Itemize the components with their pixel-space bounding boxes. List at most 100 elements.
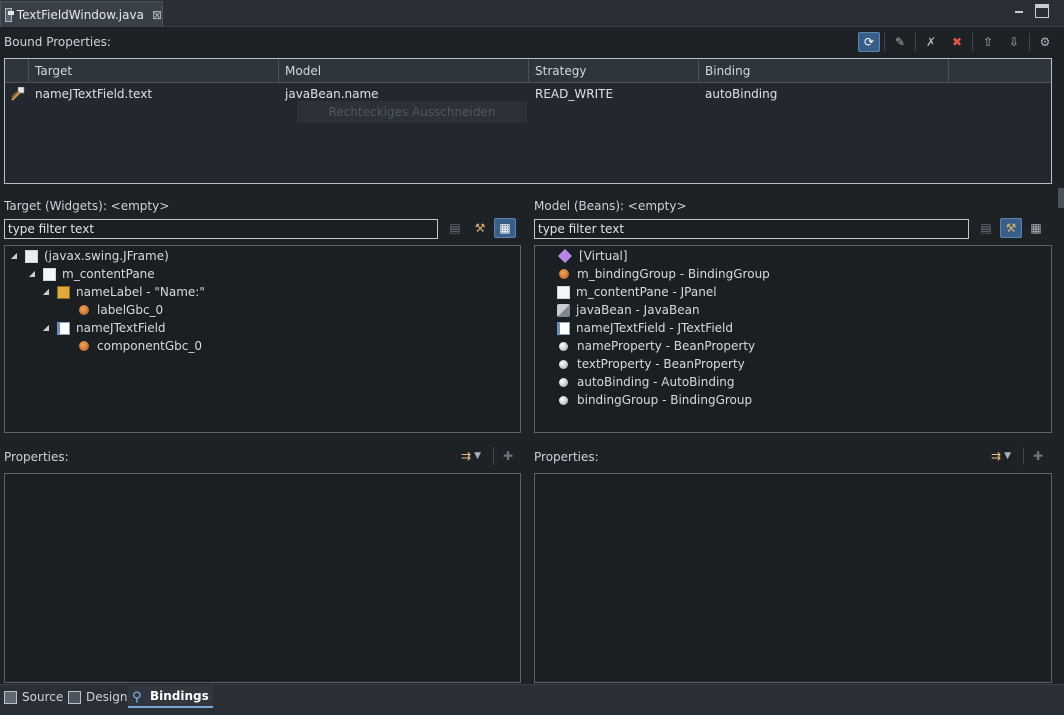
tab-source[interactable]: Source xyxy=(0,686,67,708)
tree-item-namelabel[interactable]: ◢ nameLabel - "Name:" xyxy=(41,283,205,301)
move-up-button[interactable]: ⇧ xyxy=(977,32,999,52)
properties-filter-dropdown[interactable]: ⇉ ▼ xyxy=(452,446,490,466)
maximize-icon[interactable] xyxy=(1035,4,1049,18)
toolbar-separator xyxy=(915,33,916,51)
tree-item-jframe[interactable]: ◢ (javax.swing.JFrame) xyxy=(9,247,169,265)
tree-view-button[interactable]: ▦ xyxy=(494,218,516,238)
gbc-icon xyxy=(79,341,89,351)
tree-item-componentgbc[interactable]: componentGbc_0 xyxy=(77,337,202,355)
virtual-icon xyxy=(557,248,573,264)
column-header-binding[interactable]: Binding xyxy=(699,59,949,83)
properties-bind-button[interactable]: ✚ xyxy=(1027,446,1049,466)
binding-filter-icon: ⚒ xyxy=(1005,221,1017,235)
arrow-up-icon: ⇧ xyxy=(982,35,994,49)
binding-delete-icon: ✗ xyxy=(925,35,937,49)
refresh-icon: ⟳ xyxy=(863,35,875,49)
bound-properties-toolbar: ⟳ ✎ ✗ ✖ ⇧ ⇩ ⚙ xyxy=(858,32,1056,52)
properties-bind-button[interactable]: ✚ xyxy=(497,446,519,466)
target-tree: ◢ (javax.swing.JFrame) ◢ m_contentPane ◢… xyxy=(4,245,521,433)
toolbar-separator xyxy=(1023,447,1024,465)
tab-design[interactable]: Design xyxy=(64,686,131,708)
toolbar-separator xyxy=(972,33,973,51)
edit-binding-button[interactable]: ✎ xyxy=(889,32,911,52)
column-header-strategy[interactable]: Strategy xyxy=(529,59,699,83)
target-widgets-label: Target (Widgets): <empty> xyxy=(4,199,170,213)
model-filter-toolbar: ▤ ⚒ ▦ xyxy=(975,218,1047,238)
tab-label: Design xyxy=(86,690,128,704)
editor-tab-textfieldwindow[interactable]: TextFieldWindow.java ⊠ xyxy=(0,1,163,27)
java-file-icon xyxy=(5,7,14,22)
properties-right-panel xyxy=(534,473,1052,683)
tree-item-label: nameJTextField xyxy=(76,321,166,335)
move-down-button[interactable]: ⇩ xyxy=(1003,32,1025,52)
tree-item-labelgbc[interactable]: labelGbc_0 xyxy=(77,301,163,319)
tree-item-label: nameJTextField - JTextField xyxy=(576,321,734,335)
tab-label: Bindings xyxy=(150,689,209,703)
tree-item-namejtextfield[interactable]: ◢ nameJTextField xyxy=(41,319,166,337)
show-bound-button[interactable]: ⚒ xyxy=(469,218,491,238)
gbc-icon xyxy=(559,269,569,279)
tree-item-label: m_contentPane xyxy=(62,267,155,281)
tree-item-label: autoBinding - AutoBinding xyxy=(577,375,735,389)
minimize-icon[interactable] xyxy=(1015,11,1023,13)
tree-item-label: [Virtual] xyxy=(579,249,628,263)
properties-filter-dropdown[interactable]: ⇉ ▼ xyxy=(982,446,1020,466)
tree-item-label: labelGbc_0 xyxy=(97,303,164,317)
delete-binding-button[interactable]: ✗ xyxy=(920,32,942,52)
expand-icon[interactable]: ◢ xyxy=(9,247,19,265)
ball-icon xyxy=(559,359,568,369)
tree-view-button[interactable]: ▦ xyxy=(1025,218,1047,238)
binding-options-button[interactable]: ⚙ xyxy=(1034,32,1056,52)
tree-item-virtual[interactable]: [Virtual] xyxy=(557,247,628,265)
tree-item-contentpane[interactable]: ◢ m_contentPane xyxy=(27,265,155,283)
tree-item-m-bindinggroup[interactable]: m_bindingGroup - BindingGroup xyxy=(557,265,770,283)
binding-icon xyxy=(11,87,25,101)
target-filter-input[interactable] xyxy=(4,219,438,239)
properties-left-label: Properties: xyxy=(4,450,69,464)
tree-item-m-contentpane[interactable]: m_contentPane - JPanel xyxy=(557,283,717,301)
toolbar-separator xyxy=(884,33,885,51)
show-bound-button[interactable]: ⚒ xyxy=(1000,218,1022,238)
label-icon xyxy=(57,285,70,299)
tree-item-javabean[interactable]: javaBean - JavaBean xyxy=(557,301,700,319)
bean-icon xyxy=(557,303,570,317)
table-row[interactable]: nameJTextField.text javaBean.name READ_W… xyxy=(5,84,1051,104)
row-binding: autoBinding xyxy=(705,87,778,101)
tree-item-autobinding[interactable]: autoBinding - AutoBinding xyxy=(557,373,735,391)
expand-icon[interactable]: ◢ xyxy=(41,319,51,337)
scrollbar-thumb[interactable] xyxy=(1058,188,1064,208)
model-filter-input[interactable] xyxy=(534,219,969,239)
binding-delete-all-icon: ✖ xyxy=(951,35,963,49)
tree-item-label: m_contentPane - JPanel xyxy=(576,285,717,299)
bound-properties-table: Target Model Strategy Binding nameJTextF… xyxy=(4,58,1052,184)
toolbar-separator xyxy=(493,447,494,465)
binding-edit-icon: ✎ xyxy=(894,35,906,49)
filter-arrows-icon: ⇉ xyxy=(991,449,1002,463)
bound-properties-label: Bound Properties: xyxy=(4,35,111,49)
delete-all-bindings-button[interactable]: ✖ xyxy=(946,32,968,52)
document-icon: ▤ xyxy=(449,221,461,235)
properties-left-toolbar: ⇉ ▼ ✚ xyxy=(452,446,519,466)
chevron-down-icon: ▼ xyxy=(474,451,481,461)
column-header-extra[interactable] xyxy=(949,59,1051,83)
refresh-bindings-button[interactable]: ⟳ xyxy=(858,32,880,52)
column-header-icon[interactable] xyxy=(5,59,29,83)
ball-icon xyxy=(559,341,568,351)
tree-item-bindinggroup[interactable]: bindingGroup - BindingGroup xyxy=(557,391,752,409)
tree-item-nameproperty[interactable]: nameProperty - BeanProperty xyxy=(557,337,755,355)
column-header-model[interactable]: Model xyxy=(279,59,529,83)
expand-icon[interactable]: ◢ xyxy=(27,265,37,283)
tab-bindings[interactable]: ⚲ Bindings xyxy=(128,686,213,708)
tree-item-label: bindingGroup - BindingGroup xyxy=(577,393,753,407)
show-non-visual-button[interactable]: ▤ xyxy=(975,218,997,238)
row-strategy: READ_WRITE xyxy=(535,87,614,101)
column-header-target[interactable]: Target xyxy=(29,59,279,83)
show-non-visual-button[interactable]: ▤ xyxy=(444,218,466,238)
close-icon[interactable]: ⊠ xyxy=(152,8,162,22)
ghost-menu-item: Rechteckiges Ausschneiden xyxy=(297,101,527,123)
ball-icon xyxy=(559,377,568,387)
expand-icon[interactable]: ◢ xyxy=(41,283,51,301)
tree-item-textproperty[interactable]: textProperty - BeanProperty xyxy=(557,355,745,373)
tree-item-label: javaBean - JavaBean xyxy=(576,303,700,317)
tree-item-namejtextfield[interactable]: nameJTextField - JTextField xyxy=(557,319,733,337)
